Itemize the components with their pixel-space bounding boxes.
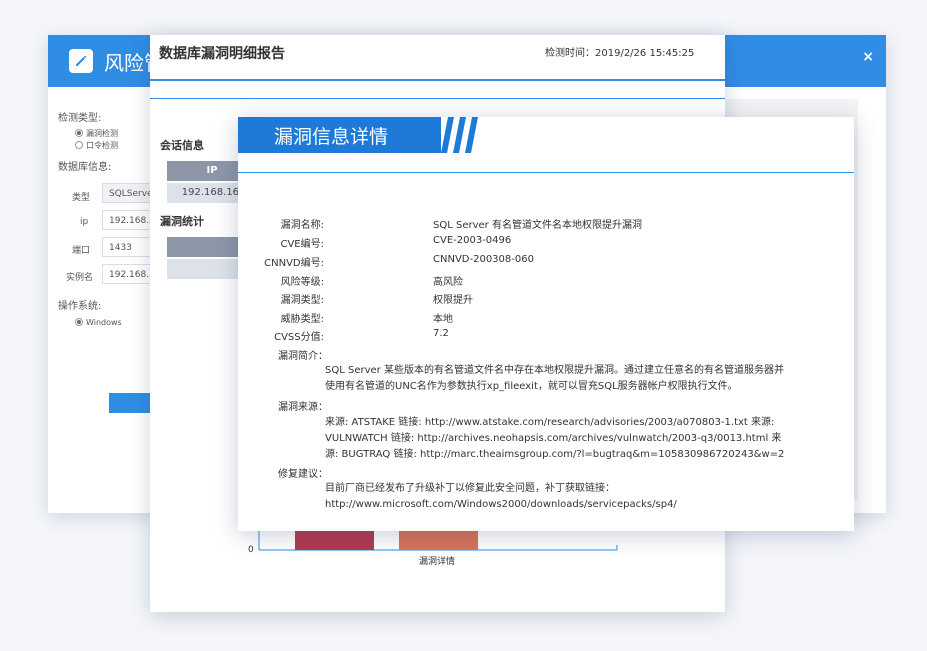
instance-label: 实例名 (66, 273, 94, 283)
radio-vuln-detect[interactable]: 漏洞检测 (75, 128, 118, 139)
banner-stripes-decoration (441, 117, 478, 153)
radio-vuln-label: 漏洞检测 (86, 129, 118, 138)
field-key: 威胁类型: (280, 314, 324, 325)
field-value-cve: CVE-2003-0496 (433, 235, 512, 246)
os-label: 操作系统: (58, 301, 102, 312)
field-value-vuln-name: SQL Server 有名管道文件名本地权限提升漏洞 (433, 220, 642, 231)
report-divider (150, 79, 725, 81)
db-info-label: 数据库信息: (58, 162, 112, 173)
field-value-cvss: 7.2 (433, 328, 449, 339)
fix-text: 目前厂商已经发布了升级补丁以修复此安全问题，补丁获取链接： http://www… (325, 481, 825, 513)
port-label: 端口 (72, 246, 91, 256)
field-value-cnnvd: CNNVD-200308-060 (433, 254, 534, 265)
field-key: 漏洞类型: (280, 295, 324, 306)
source-text: 来源: ATSTAKE 链接: http://www.atstake.com/r… (325, 415, 825, 463)
source-line: 来源: ATSTAKE 链接: http://www.atstake.com/r… (325, 417, 775, 428)
summary-text: SQL Server 某些版本的有名管道文件名中存在本地权限提升漏洞。通过建立任… (325, 363, 825, 395)
fix-link[interactable]: http://www.microsoft.com/Windows2000/dow… (325, 497, 825, 513)
session-info-label: 会话信息 (160, 139, 204, 152)
detect-type-label: 检测类型: (58, 113, 102, 124)
field-value-threat-type: 本地 (433, 314, 453, 325)
field-key: CVE编号: (280, 239, 324, 250)
field-value-risk-level: 高风险 (433, 277, 463, 288)
detail-banner-title: 漏洞信息详情 (274, 126, 389, 148)
chart-bar-1 (295, 531, 374, 550)
summary-line: 使用有名管道的UNC名作为参数执行xp_fileexit，就可以冒充SQL服务器… (325, 381, 738, 392)
type-label: 类型 (72, 193, 91, 203)
field-key: CNNVD编号: (264, 258, 324, 269)
fix-label: 修复建议： (278, 469, 328, 480)
summary-line: SQL Server 某些版本的有名管道文件名中存在本地权限提升漏洞。通过建立任… (325, 365, 784, 376)
field-key: 风险等级: (280, 277, 324, 288)
scan-config-form: 检测类型: 漏洞检测 口令检测 数据库信息: 类型 SQLServer ip 1… (48, 87, 162, 513)
radio-pwd-label: 口令检测 (86, 141, 118, 150)
report-divider-thin (150, 98, 725, 99)
edit-icon (69, 49, 93, 73)
report-title: 数据库漏洞明细报告 (159, 46, 285, 62)
ip-label: ip (80, 217, 89, 227)
chart-x-label: 漏洞详情 (419, 555, 455, 565)
start-scan-button[interactable] (109, 393, 151, 413)
field-key: CVSS分值: (274, 332, 324, 343)
fix-line: 目前厂商已经发布了升级补丁以修复此安全问题，补丁获取链接： (325, 483, 615, 494)
field-value-vuln-type: 权限提升 (433, 295, 473, 306)
detect-time: 检测时间：2019/2/26 15:45:25 (545, 48, 695, 59)
source-line: 源: BUGTRAQ 链接: http://marc.theaimsgroup.… (325, 449, 785, 460)
chart-bar-2 (399, 531, 478, 550)
close-icon[interactable]: × (862, 49, 874, 65)
radio-os-windows[interactable]: Windows (75, 317, 122, 327)
detail-divider (238, 172, 854, 173)
source-line: VULNWATCH 链接: http://archives.neohapsis.… (325, 433, 782, 444)
chart-ytick-0: 0 (248, 545, 254, 555)
radio-password-detect[interactable]: 口令检测 (75, 140, 118, 151)
vuln-stats-label: 漏洞统计 (160, 215, 204, 228)
source-label: 漏洞来源： (278, 402, 328, 413)
summary-label: 漏洞简介： (278, 351, 328, 362)
field-key: 漏洞名称: (280, 220, 324, 231)
vuln-detail-window: 漏洞信息详情 漏洞名称: SQL Server 有名管道文件名本地权限提升漏洞 … (238, 117, 854, 531)
detail-banner: 漏洞信息详情 (238, 117, 441, 153)
os-windows-label: Windows (86, 318, 122, 327)
